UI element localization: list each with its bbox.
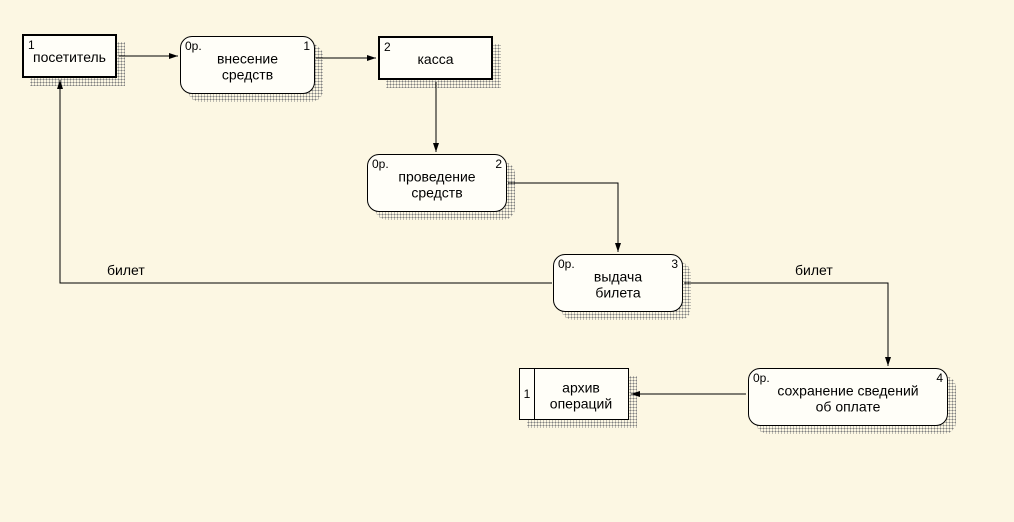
edge-conduct-issue — [508, 183, 618, 252]
node-kassa[interactable]: 2 касса — [378, 36, 493, 80]
node-issue[interactable]: 0р. 3 выдача билета — [553, 254, 683, 312]
edge-label-ticket-left: билет — [107, 262, 145, 278]
edge-issue-save — [684, 283, 888, 366]
store-id: 1 — [520, 369, 535, 419]
edge-label-ticket-right: билет — [795, 262, 833, 278]
node-conduct[interactable]: 0р. 2 проведение средств — [367, 154, 507, 212]
node-deposit[interactable]: 0р. 1 внесение средств — [180, 36, 315, 94]
node-visitor[interactable]: 1 посетитель — [22, 34, 117, 78]
node-label: архив операций — [534, 380, 628, 412]
node-label: посетитель — [24, 49, 115, 65]
node-archive[interactable]: 1 архив операций — [519, 368, 629, 420]
node-label: проведение средств — [368, 169, 506, 201]
node-label: сохранение сведений об оплате — [749, 383, 947, 415]
arrows-layer — [0, 0, 1014, 522]
node-label: выдача билета — [554, 269, 682, 301]
node-label: внесение средств — [181, 51, 314, 83]
node-label: касса — [380, 51, 491, 67]
node-save[interactable]: 0р. 4 сохранение сведений об оплате — [748, 368, 948, 426]
